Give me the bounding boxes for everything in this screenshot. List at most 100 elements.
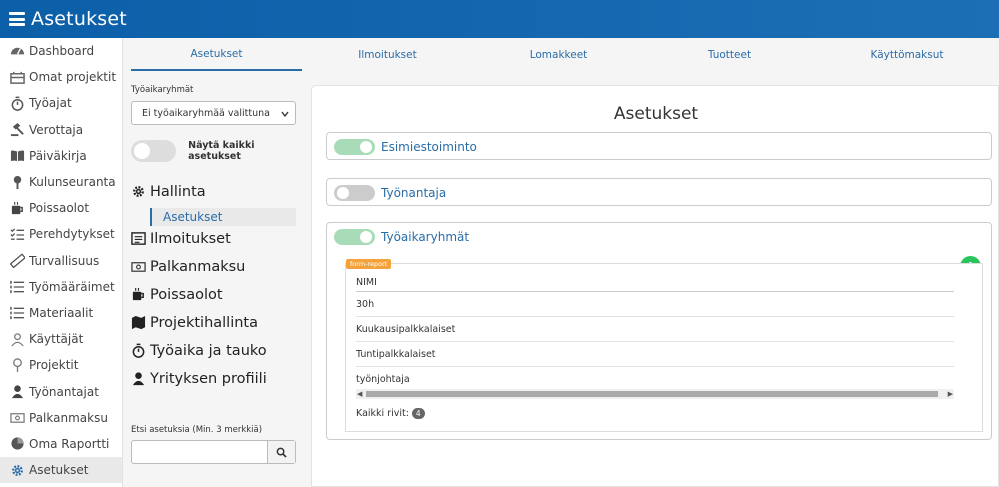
column-header-nimi[interactable]: NIMI xyxy=(356,274,954,292)
table-row[interactable]: 30h xyxy=(356,292,954,317)
sidebar-item-perehdytykset[interactable]: Perehdytykset xyxy=(0,221,122,247)
gavel-icon xyxy=(9,122,25,138)
category-label: Palkanmaksu xyxy=(150,259,246,275)
sidebar-item-label: Verottaja xyxy=(29,122,84,137)
group-select[interactable]: Ei työaikaryhmää valittuna xyxy=(131,101,296,125)
tyonantaja-toggle[interactable] xyxy=(334,184,375,201)
subcategory-asetukset[interactable]: Asetukset xyxy=(150,208,296,226)
map-icon xyxy=(131,315,147,331)
sidebar-item-label: Perehdytykset xyxy=(29,227,115,242)
sidebar-item-label: Käyttäjät xyxy=(29,332,84,347)
group-label: Työaikaryhmät xyxy=(131,85,194,95)
show-all-label: Näytä kaikki asetukset xyxy=(188,140,255,162)
sidebar-item-label: Kulunseuranta xyxy=(29,175,116,190)
sidebar-item-label: Omat projektit xyxy=(29,70,117,85)
row-count: Kaikki rivit: 4 xyxy=(356,408,425,419)
gear-icon xyxy=(9,462,25,478)
search-button[interactable] xyxy=(267,441,295,463)
esimiestoiminto-toggle[interactable] xyxy=(334,138,375,155)
sidebar-item-label: Palkanmaksu xyxy=(29,410,108,425)
map-pin-icon xyxy=(9,174,25,190)
sidebar-item-kayttajat[interactable]: Käyttäjät xyxy=(0,326,122,352)
category-projektihallinta[interactable]: Projektihallinta xyxy=(131,315,258,331)
category-label: Hallinta xyxy=(150,184,206,200)
chevron-down-icon xyxy=(281,110,289,121)
newspaper-icon xyxy=(131,231,147,247)
sidebar-item-paivakirja[interactable]: Päiväkirja xyxy=(0,143,122,169)
top-bar: Asetukset xyxy=(0,0,999,38)
tab-ilmoitukset[interactable]: Ilmoitukset xyxy=(302,38,473,71)
money-icon xyxy=(131,259,147,275)
sidebar-item-kulunseuranta[interactable]: Kulunseuranta xyxy=(0,169,122,195)
table-row[interactable]: Tuntipalkkalaiset xyxy=(356,342,954,367)
sidebar-item-tyomaaraimet[interactable]: Työmääräimet xyxy=(0,274,122,300)
sidebar-item-label: Työajat xyxy=(29,96,72,111)
sidebar-item-label: Dashboard xyxy=(29,44,95,59)
sidebar-item-tyonantajat[interactable]: Työnantajat xyxy=(0,378,122,404)
category-palkanmaksu[interactable]: Palkanmaksu xyxy=(131,259,245,275)
sidebar-item-oma-raportti[interactable]: Oma Raportti xyxy=(0,431,122,457)
row-count-badge: 4 xyxy=(411,408,425,419)
section-title: Työnantaja xyxy=(381,185,447,200)
money-icon xyxy=(9,410,25,426)
user-icon xyxy=(131,371,147,387)
sidebar-item-omat-projektit[interactable]: Omat projektit xyxy=(0,64,122,90)
scroll-left-icon[interactable]: ◀ xyxy=(357,389,362,399)
category-label: Yrityksen profiili xyxy=(150,371,267,387)
list-icon xyxy=(9,305,25,321)
sidebar-item-label: Työmääräimet xyxy=(29,279,115,294)
table-row[interactable]: Kuukausipalkkalaiset xyxy=(356,317,954,342)
sidebar-item-poissaolot[interactable]: Poissaolot xyxy=(0,195,122,221)
section-title: Esimiestoiminto xyxy=(381,139,477,154)
scrollbar-thumb[interactable] xyxy=(366,391,938,397)
tab-lomakkeet[interactable]: Lomakkeet xyxy=(473,38,644,71)
category-label: Työaika ja tauko xyxy=(150,343,267,359)
sidebar-item-label: Turvallisuus xyxy=(29,253,100,268)
menu-icon[interactable] xyxy=(9,12,25,26)
sidebar-item-dashboard[interactable]: Dashboard xyxy=(0,38,122,64)
sidebar-item-label: Poissaolot xyxy=(29,201,90,216)
app-title: Asetukset xyxy=(31,8,127,30)
tab-asetukset[interactable]: Asetukset xyxy=(131,38,302,71)
row-count-label: Kaikki rivit: xyxy=(356,408,409,419)
sidebar-item-label: Asetukset xyxy=(29,463,89,478)
tab-tuotteet[interactable]: Tuotteet xyxy=(644,38,815,71)
sidebar-item-materiaalit[interactable]: Materiaalit xyxy=(0,300,122,326)
user-icon xyxy=(9,384,25,400)
category-label: Projektihallinta xyxy=(150,315,258,331)
ruler-icon xyxy=(9,253,25,269)
stopwatch-icon xyxy=(131,343,147,359)
category-ilmoitukset[interactable]: Ilmoitukset xyxy=(131,231,231,247)
category-yrityksen-profiili[interactable]: Yrityksen profiili xyxy=(131,371,267,387)
tab-kayttomaksut[interactable]: Käyttömaksut xyxy=(815,38,999,71)
scroll-right-icon[interactable]: ▶ xyxy=(948,389,953,399)
show-all-toggle[interactable] xyxy=(131,140,177,162)
category-tyoaika-ja-tauko[interactable]: Työaika ja tauko xyxy=(131,343,267,359)
sidebar-item-tyoajat[interactable]: Työajat xyxy=(0,90,122,116)
section-tyonantaja: Työnantaja xyxy=(326,178,992,206)
sidebar-item-projektit[interactable]: Projektit xyxy=(0,352,122,378)
category-hallinta[interactable]: Hallinta xyxy=(131,184,206,200)
sidebar-item-verottaja[interactable]: Verottaja xyxy=(0,117,122,143)
horizontal-scrollbar[interactable]: ◀ ▶ xyxy=(356,389,954,399)
category-poissaolot[interactable]: Poissaolot xyxy=(131,287,223,303)
sidebar-item-asetukset[interactable]: Asetukset xyxy=(0,457,122,484)
category-label: Ilmoitukset xyxy=(150,231,231,247)
sidebar-item-palkanmaksu[interactable]: Palkanmaksu xyxy=(0,405,122,431)
sidebar-item-turvallisuus[interactable]: Turvallisuus xyxy=(0,248,122,274)
search-box xyxy=(131,440,296,464)
search-input[interactable] xyxy=(132,441,267,463)
show-all-row: Näytä kaikki asetukset xyxy=(131,140,301,162)
section-title: Työaikaryhmät xyxy=(381,229,470,244)
sidebar-item-label: Oma Raportti xyxy=(29,436,110,451)
pie-chart-icon xyxy=(9,436,25,452)
tyoaikaryhmat-toggle[interactable] xyxy=(334,228,375,245)
page-title: Asetukset xyxy=(613,104,699,124)
pin-icon xyxy=(9,357,25,373)
section-esimiestoiminto: Esimiestoiminto xyxy=(326,132,992,160)
coffee-icon xyxy=(131,287,147,303)
group-select-value: Ei työaikaryhmää valittuna xyxy=(142,107,270,119)
checklist-icon xyxy=(9,226,25,242)
search-icon xyxy=(276,443,287,462)
sidebar-item-label: Materiaalit xyxy=(29,305,94,320)
